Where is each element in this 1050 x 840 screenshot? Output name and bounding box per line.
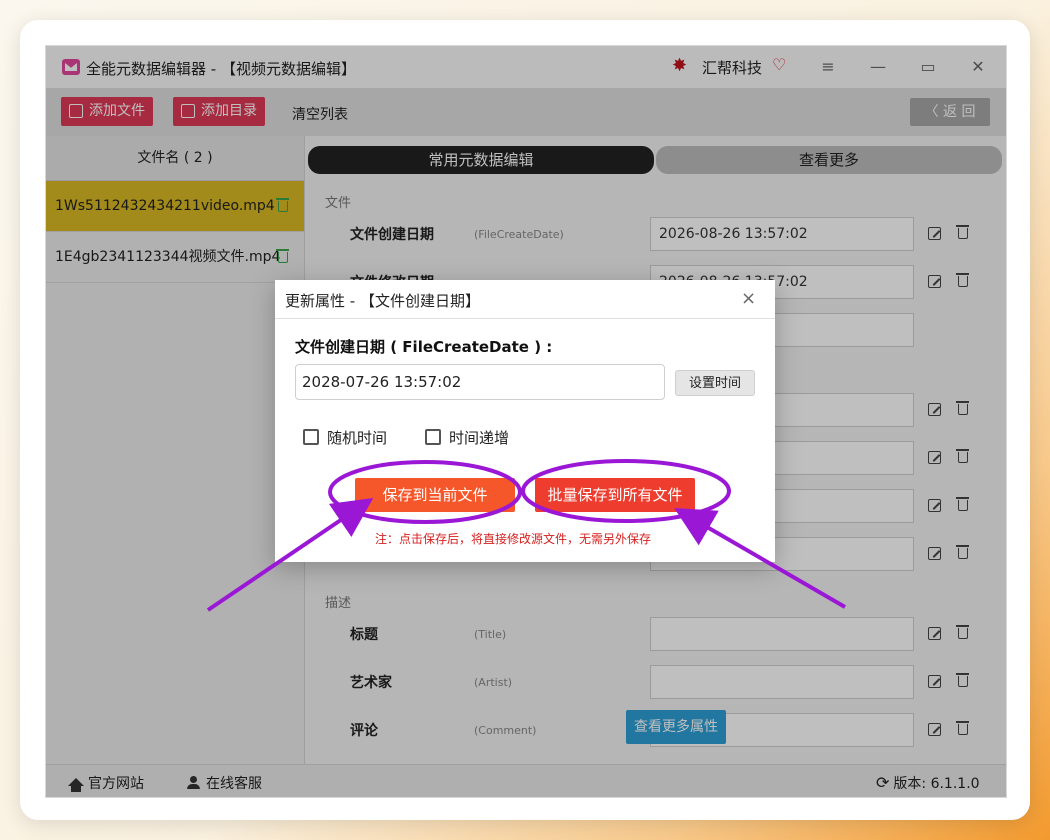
dialog-field-label: 文件创建日期 ( FileCreateDate ) : xyxy=(295,338,553,356)
update-property-dialog: 更新属性 - 【文件创建日期】 × 文件创建日期 ( FileCreateDat… xyxy=(275,280,775,562)
dialog-header: 更新属性 - 【文件创建日期】 × xyxy=(275,280,775,319)
checkbox-icon xyxy=(303,429,319,445)
save-to-current-file-button[interactable]: 保存到当前文件 xyxy=(355,478,515,512)
batch-save-all-files-button[interactable]: 批量保存到所有文件 xyxy=(535,478,695,512)
set-time-button[interactable]: 设置时间 xyxy=(675,370,755,396)
checkbox-icon xyxy=(425,429,441,445)
time-increment-checkbox[interactable]: 时间递增 xyxy=(425,427,509,448)
random-time-label: 随机时间 xyxy=(327,429,388,447)
date-input[interactable]: 2028-07-26 13:57:02 xyxy=(295,364,665,400)
dialog-title: 更新属性 - 【文件创建日期】 xyxy=(285,292,480,310)
close-icon[interactable]: × xyxy=(741,288,756,309)
random-time-checkbox[interactable]: 随机时间 xyxy=(303,427,387,448)
save-note: 注：点击保存后，将直接修改源文件，无需另外保存 xyxy=(375,532,652,546)
time-increment-label: 时间递增 xyxy=(449,429,510,447)
